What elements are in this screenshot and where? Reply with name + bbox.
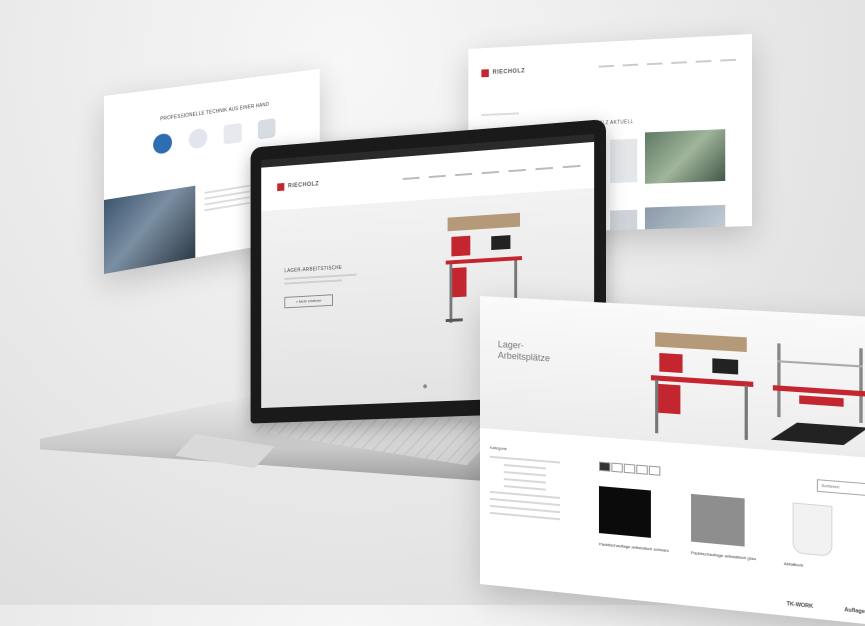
page-button[interactable] [636, 465, 647, 475]
shop-hero-title: Lager- Arbeitsplätze [498, 339, 550, 364]
workshop-photo [104, 186, 195, 274]
logo-mark-icon [481, 69, 488, 77]
breadcrumb[interactable] [481, 112, 518, 116]
product-card[interactable]: Abfallkorb [784, 502, 865, 574]
product-image[interactable] [691, 494, 745, 547]
services-text-block [201, 177, 254, 257]
brand-name: RIECHOLZ [288, 181, 319, 189]
product-card[interactable]: Packtischauflage antistatisch schwarz [599, 486, 678, 554]
hand-icon [189, 128, 207, 150]
brand-name: RIECHOLZ [493, 68, 526, 75]
news-photo[interactable] [645, 205, 725, 229]
workbench-illustration [649, 328, 756, 443]
sidebar-item[interactable] [490, 456, 560, 464]
list-view-icon[interactable] [611, 463, 622, 473]
page-button[interactable] [624, 464, 635, 474]
slider-indicator[interactable] [423, 384, 427, 388]
sidebar-item[interactable] [490, 512, 560, 520]
product-title[interactable]: Packtischauflage antistatisch schwarz [599, 541, 678, 554]
partner-logos: TK-WORK Auflage [787, 601, 865, 615]
product-title[interactable]: Abfallkorb [784, 561, 865, 574]
tablet-icon [258, 118, 276, 140]
brand-logo[interactable]: RIECHOLZ [481, 67, 525, 77]
workbench-illustration [766, 339, 865, 452]
shop-hero: Lager- Arbeitsplätze [480, 296, 865, 459]
grid-view-icon[interactable] [599, 462, 610, 472]
sidebar-item[interactable] [504, 471, 546, 477]
category-sidebar: Kategorie [490, 445, 560, 526]
product-image[interactable] [793, 502, 833, 556]
hero-cta-button[interactable]: > Mehr erfahren [284, 294, 333, 308]
product-card[interactable]: Packtischauflage antistatisch grau [691, 494, 773, 563]
document-icon [224, 123, 242, 145]
sidebar-item[interactable] [504, 464, 546, 469]
partner-logo: Auflage [844, 607, 865, 615]
news-photo[interactable] [645, 129, 725, 184]
sidebar-item[interactable] [490, 491, 560, 499]
sidebar-item[interactable] [504, 485, 546, 491]
logo-mark-icon [277, 183, 284, 191]
brand-logo[interactable]: RIECHOLZ [277, 180, 319, 191]
floating-page-shop: Lager- Arbeitsplätze Kategorie Sortieren… [480, 296, 865, 626]
product-image[interactable] [599, 486, 651, 538]
main-navigation[interactable] [403, 165, 581, 180]
main-navigation[interactable] [599, 59, 736, 68]
sidebar-heading: Kategorie [490, 445, 560, 456]
partner-logo: TK-WORK [787, 601, 814, 610]
page-button[interactable] [649, 466, 661, 476]
hero-headline: LAGER-ARBEITSTISCHE [284, 265, 342, 274]
sidebar-item[interactable] [504, 478, 546, 484]
chat-bubble-icon [153, 133, 172, 155]
view-toggle[interactable] [599, 462, 660, 476]
sort-select[interactable]: Sortieren [817, 479, 865, 496]
news-thumbnail[interactable] [610, 210, 637, 231]
news-thumbnail[interactable] [610, 139, 637, 183]
product-title[interactable]: Packtischauflage antistatisch grau [691, 550, 773, 563]
